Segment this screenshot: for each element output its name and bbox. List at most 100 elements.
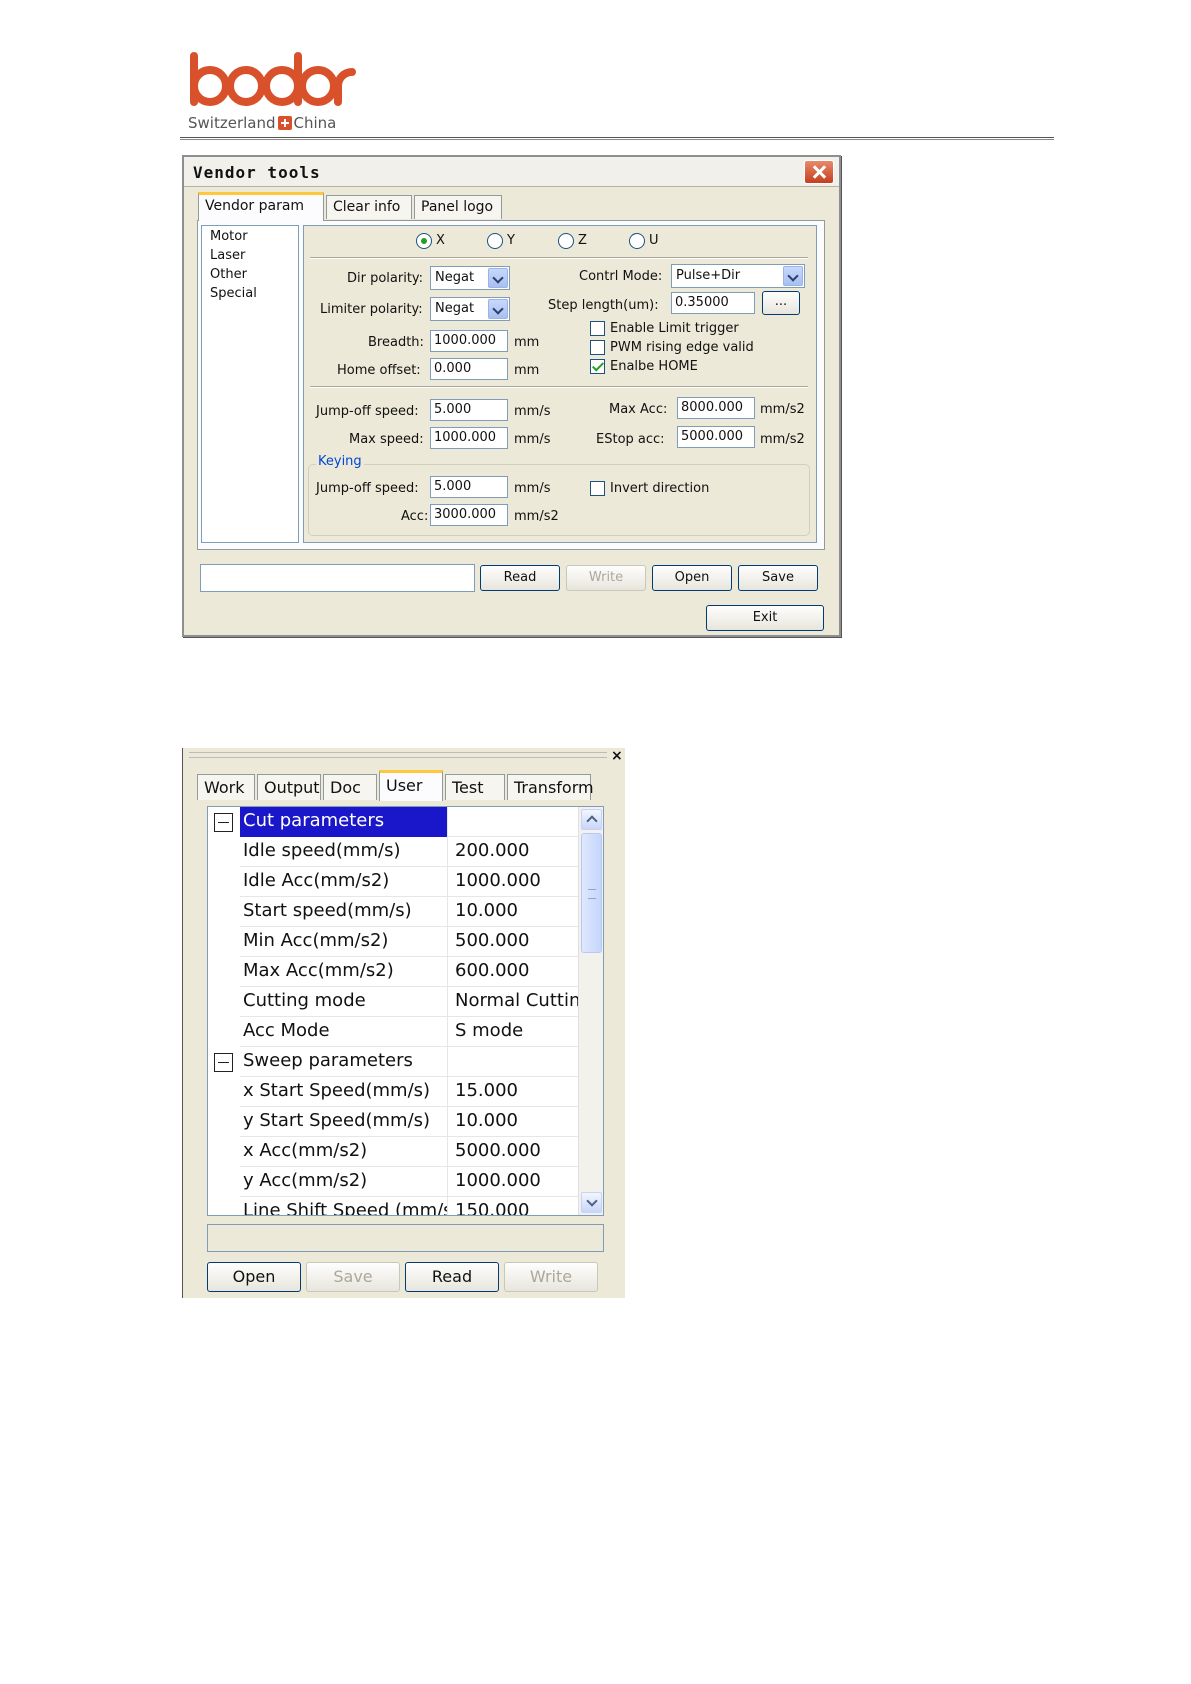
table-row[interactable]: Cutting mode Normal Cutting	[208, 987, 578, 1017]
chevron-down-icon[interactable]	[488, 268, 508, 288]
breadth-input[interactable]: 1000.000	[430, 330, 508, 352]
param-value[interactable]: 600.000	[453, 957, 578, 987]
limiter-polarity-select[interactable]: Negat	[430, 297, 510, 321]
tab-doc[interactable]: Doc	[323, 774, 377, 800]
param-value[interactable]: 500.000	[453, 927, 578, 957]
read-button[interactable]: Read	[405, 1262, 499, 1292]
param-value[interactable]: S mode	[453, 1017, 578, 1047]
table-row[interactable]: Acc Mode S mode	[208, 1017, 578, 1047]
home-offset-input[interactable]: 0.000	[430, 358, 508, 380]
tab-work[interactable]: Work	[197, 774, 255, 800]
radio-axis-z[interactable]	[558, 233, 574, 249]
param-value[interactable]: Normal Cutting	[453, 987, 578, 1017]
max-acc-unit: mm/s2	[760, 402, 805, 417]
tab-test[interactable]: Test	[445, 774, 505, 800]
limiter-polarity-label: Limiter polarity:	[320, 302, 423, 317]
tab-panel-logo[interactable]: Panel logo	[414, 195, 502, 219]
open-button[interactable]: Open	[652, 565, 732, 591]
invert-direction-label: Invert direction	[610, 481, 710, 496]
collapse-icon[interactable]	[214, 1053, 233, 1072]
param-value[interactable]: 10.000	[453, 897, 578, 927]
step-length-browse-button[interactable]: ...	[762, 291, 800, 315]
status-field	[207, 1224, 604, 1252]
separator	[310, 386, 808, 388]
open-button[interactable]: Open	[207, 1262, 301, 1292]
jump-off-speed-label: Jump-off speed:	[316, 404, 419, 419]
category-row[interactable]: Sweep parameters	[208, 1047, 578, 1077]
collapse-icon[interactable]	[214, 813, 233, 832]
enable-limit-trigger-checkbox[interactable]	[590, 321, 605, 336]
table-row[interactable]: Idle Acc(mm/s2) 1000.000	[208, 867, 578, 897]
param-value[interactable]: 15.000	[453, 1077, 578, 1107]
enable-home-checkbox[interactable]	[590, 359, 605, 374]
exit-button[interactable]: Exit	[706, 605, 824, 631]
table-row[interactable]: Line Shift Speed (mm/s) 150.000	[208, 1197, 578, 1215]
tab-clear-info[interactable]: Clear info	[326, 195, 412, 219]
save-button[interactable]: Save	[738, 565, 818, 591]
keying-acc-input[interactable]: 3000.000	[430, 504, 508, 526]
max-speed-input[interactable]: 1000.000	[430, 427, 508, 449]
status-input[interactable]	[200, 564, 475, 592]
list-item-laser[interactable]: Laser	[210, 248, 245, 263]
invert-direction-checkbox[interactable]	[590, 481, 605, 496]
read-button[interactable]: Read	[480, 565, 560, 591]
table-row[interactable]: x Acc(mm/s2) 5000.000	[208, 1137, 578, 1167]
table-row[interactable]: Max Acc(mm/s2) 600.000	[208, 957, 578, 987]
save-button[interactable]: Save	[306, 1262, 400, 1292]
tab-vendor-param[interactable]: Vendor param	[198, 192, 324, 221]
write-button[interactable]: Write	[566, 565, 646, 591]
step-length-label: Step length(um):	[548, 298, 659, 313]
pwm-rising-edge-checkbox[interactable]	[590, 340, 605, 355]
param-value[interactable]: 5000.000	[453, 1137, 578, 1167]
breadth-unit: mm	[514, 335, 540, 350]
step-length-input[interactable]: 0.35000	[671, 292, 755, 314]
category-row[interactable]: Cut parameters	[208, 807, 578, 837]
dir-polarity-select[interactable]: Negat	[430, 266, 510, 290]
param-name: Idle Acc(mm/s2)	[240, 867, 448, 897]
keying-jump-off-speed-unit: mm/s	[514, 481, 551, 496]
param-name: x Start Speed(mm/s)	[240, 1077, 448, 1107]
radio-axis-x[interactable]	[416, 233, 432, 249]
write-button[interactable]: Write	[504, 1262, 598, 1292]
param-value[interactable]: 200.000	[453, 837, 578, 867]
estop-acc-label: EStop acc:	[596, 432, 665, 447]
estop-acc-input[interactable]: 5000.000	[677, 426, 755, 448]
tab-user[interactable]: User	[379, 770, 443, 801]
panel-drag-handle[interactable]	[189, 752, 607, 758]
jump-off-speed-input[interactable]: 5.000	[430, 399, 508, 421]
scroll-up-icon[interactable]	[581, 809, 602, 830]
list-item-special[interactable]: Special	[210, 286, 257, 301]
table-row[interactable]: y Start Speed(mm/s) 10.000	[208, 1107, 578, 1137]
table-row[interactable]: Min Acc(mm/s2) 500.000	[208, 927, 578, 957]
param-value[interactable]: 1000.000	[453, 867, 578, 897]
tab-output[interactable]: Output	[257, 774, 321, 800]
swiss-cross-icon	[277, 116, 292, 130]
table-row[interactable]: Start speed(mm/s) 10.000	[208, 897, 578, 927]
param-value[interactable]: 10.000	[453, 1107, 578, 1137]
radio-axis-y[interactable]	[487, 233, 503, 249]
scrollbar-thumb[interactable]	[581, 833, 602, 953]
max-acc-input[interactable]: 8000.000	[677, 397, 755, 419]
param-value[interactable]: 150.000	[453, 1197, 578, 1215]
table-row[interactable]: Idle speed(mm/s) 200.000	[208, 837, 578, 867]
separator	[310, 257, 808, 259]
tab-transform[interactable]: Transform	[507, 774, 594, 800]
table-row[interactable]: x Start Speed(mm/s) 15.000	[208, 1077, 578, 1107]
radio-axis-u[interactable]	[629, 233, 645, 249]
property-grid: Cut parameters Idle speed(mm/s) 200.000 …	[207, 806, 604, 1216]
max-acc-label: Max Acc:	[609, 402, 668, 417]
chevron-down-icon[interactable]	[488, 299, 508, 319]
chevron-down-icon[interactable]	[783, 266, 803, 286]
bodor-wordmark	[190, 52, 356, 106]
close-icon[interactable]	[804, 160, 834, 184]
scroll-down-icon[interactable]	[581, 1192, 602, 1213]
vertical-scrollbar[interactable]	[578, 807, 603, 1215]
table-row[interactable]: y Acc(mm/s2) 1000.000	[208, 1167, 578, 1197]
param-value[interactable]: 1000.000	[453, 1167, 578, 1197]
list-item-other[interactable]: Other	[210, 267, 247, 282]
close-icon[interactable]: ×	[611, 748, 623, 764]
keying-jump-off-speed-input[interactable]: 5.000	[430, 476, 508, 498]
list-item-motor[interactable]: Motor	[210, 229, 248, 244]
dialog-titlebar[interactable]: Vendor tools	[184, 157, 839, 187]
contrl-mode-select[interactable]: Pulse+Dir	[671, 264, 805, 288]
